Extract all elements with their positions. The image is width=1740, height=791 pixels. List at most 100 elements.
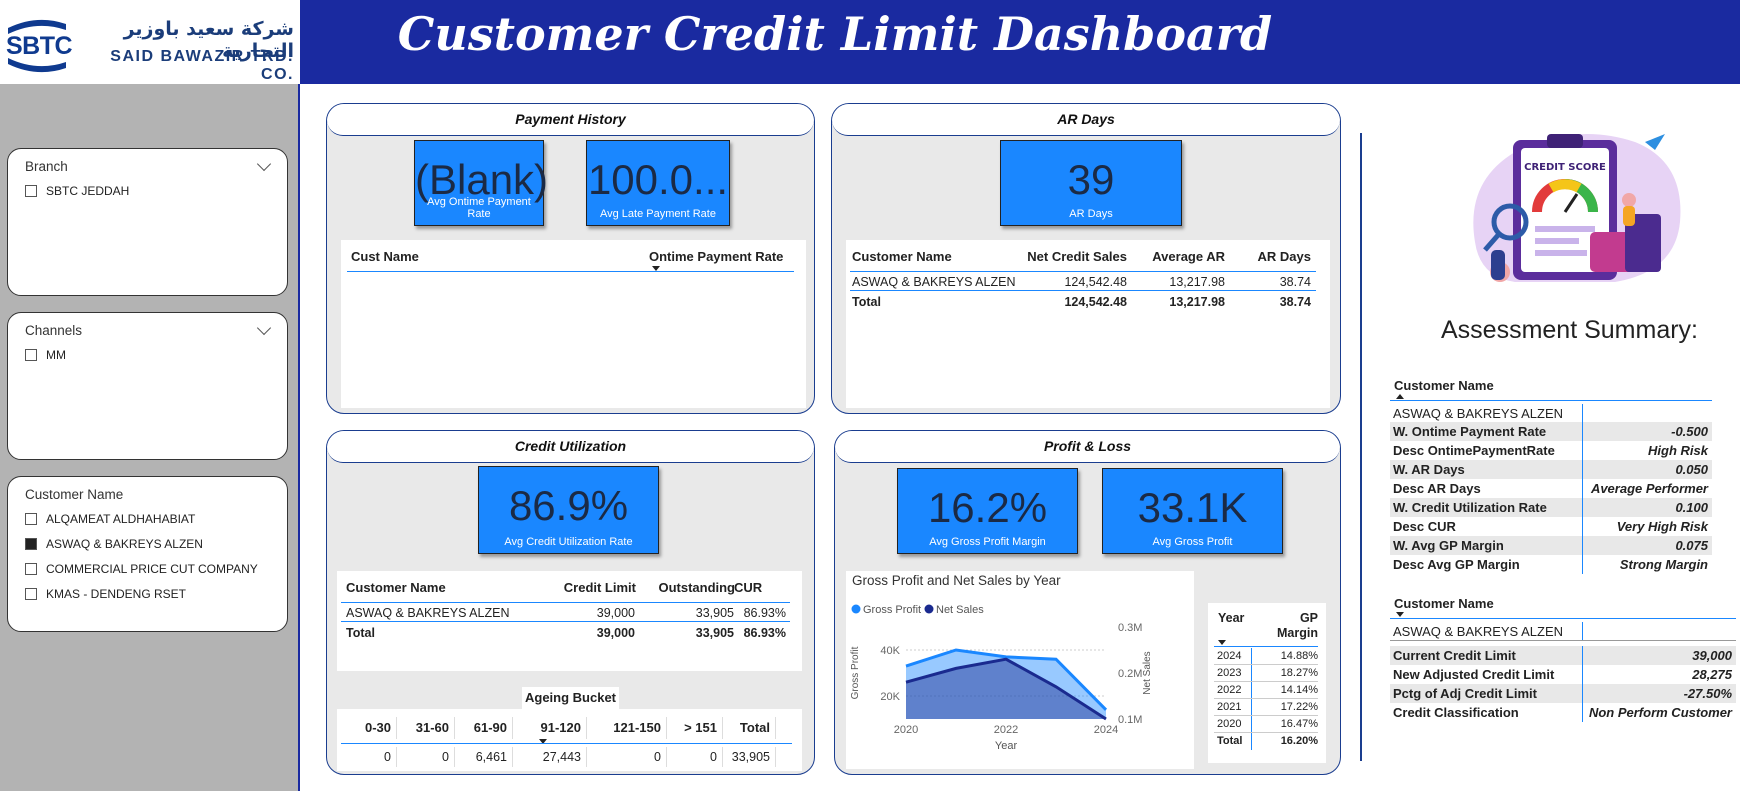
- branch-slicer[interactable]: Branch SBTC JEDDAH: [7, 148, 288, 296]
- summary-row[interactable]: Desc Avg GP Margin Strong Margin: [1390, 555, 1712, 574]
- slicer-option[interactable]: ASWAQ & BAKREYS ALZEN: [25, 531, 270, 556]
- table-cell: 17.22%: [1280, 701, 1318, 713]
- summary-row[interactable]: Desc AR Days Average Performer: [1390, 479, 1712, 498]
- summary-block2-header[interactable]: Customer Name: [1390, 594, 1736, 619]
- customer-slicer[interactable]: Customer Name ALQAMEAT ALDHAHABIAT ASWAQ…: [7, 476, 288, 632]
- summary-value: High Risk: [1648, 443, 1708, 458]
- column-header[interactable]: Total: [723, 717, 776, 739]
- summary-value: 0.100: [1675, 500, 1708, 515]
- column-header[interactable]: 31-60: [397, 717, 455, 739]
- table-row[interactable]: ASWAQ & BAKREYS ALZEN 39,000 33,905 86.9…: [341, 604, 790, 622]
- slicer-option[interactable]: SBTC JEDDAH: [25, 178, 270, 203]
- table-row[interactable]: 2020 16.47%: [1214, 716, 1318, 733]
- table-row[interactable]: 0 0 6,461 27,443 0 0 33,905: [341, 747, 792, 767]
- slicer-option[interactable]: KMAS - DENDENG RSET: [25, 581, 270, 606]
- summary-row[interactable]: Credit Classification Non Perform Custome…: [1390, 703, 1736, 722]
- column-header[interactable]: AR Days: [1258, 249, 1311, 264]
- column-header[interactable]: 121-150: [587, 717, 667, 739]
- kpi-card-gp-margin[interactable]: 16.2% Avg Gross Profit Margin: [897, 468, 1078, 554]
- summary-row[interactable]: W. Credit Utilization Rate 0.100: [1390, 498, 1712, 517]
- table-cell: 18.27%: [1280, 667, 1318, 679]
- checkbox[interactable]: [25, 587, 37, 600]
- summary-row[interactable]: W. Ontime Payment Rate -0.500: [1390, 422, 1712, 441]
- column-header[interactable]: Customer Name: [852, 249, 952, 264]
- kpi-card-late-rate[interactable]: 100.0... Avg Late Payment Rate: [586, 140, 730, 226]
- credit-utilization-table[interactable]: Customer Name Credit Limit Outstanding C…: [337, 571, 802, 671]
- checkbox[interactable]: [25, 512, 37, 525]
- table-total-row: Total 16.20%: [1214, 733, 1318, 750]
- table-cell: 2021: [1214, 699, 1252, 715]
- checkbox[interactable]: [25, 348, 37, 361]
- ontime-payment-table[interactable]: Cust Name Ontime Payment Rate: [341, 240, 806, 408]
- summary-value: 0.050: [1675, 462, 1708, 477]
- table-row[interactable]: ASWAQ & BAKREYS ALZEN 124,542.48 13,217.…: [850, 273, 1316, 291]
- column-header[interactable]: Ontime Payment Rate: [649, 249, 783, 264]
- column-header[interactable]: Credit Limit: [564, 580, 636, 595]
- ar-days-table[interactable]: Customer Name Net Credit Sales Average A…: [846, 240, 1330, 408]
- table-total-row: Total 124,542.48 13,217.98 38.74: [850, 293, 1316, 311]
- channels-slicer[interactable]: Channels MM: [7, 312, 288, 460]
- summary-value: 28,275: [1692, 667, 1732, 682]
- table-cell: 33,905: [723, 747, 776, 767]
- column-header[interactable]: Customer Name: [346, 580, 446, 595]
- table-row[interactable]: 2021 17.22%: [1214, 699, 1318, 716]
- kpi-card-credit-utilization[interactable]: 86.9% Avg Credit Utilization Rate: [478, 466, 659, 554]
- summary-row[interactable]: Current Credit Limit 39,000: [1390, 646, 1736, 665]
- column-header[interactable]: > 151: [667, 717, 723, 739]
- x-tick-label: 2020: [894, 724, 918, 736]
- table-cell: 0: [667, 747, 723, 767]
- slicer-option[interactable]: ALQAMEAT ALDHAHABIAT: [25, 506, 270, 531]
- column-header[interactable]: 61-90: [455, 717, 513, 739]
- chart-title: Gross Profit and Net Sales by Year: [852, 573, 1061, 588]
- summary-row[interactable]: New Adjusted Credit Limit 28,275: [1390, 665, 1736, 684]
- x-axis-label: Year: [995, 740, 1018, 752]
- table-cell: 2024: [1214, 648, 1252, 664]
- column-header[interactable]: Net Credit Sales: [1027, 249, 1127, 264]
- table-cell: ASWAQ & BAKREYS ALZEN: [346, 606, 510, 620]
- y-right-axis-label: Net Sales: [1142, 651, 1153, 694]
- table-row[interactable]: 2024 14.88%: [1214, 648, 1318, 665]
- kpi-card-ar-days[interactable]: 39 AR Days: [1000, 140, 1182, 226]
- checkbox[interactable]: [25, 184, 37, 197]
- column-header[interactable]: 0-30: [341, 717, 397, 739]
- gp-netsales-chart[interactable]: Gross Profit and Net Sales by Year Gross …: [846, 571, 1194, 769]
- checkbox[interactable]: [25, 562, 37, 575]
- column-header[interactable]: Average AR: [1152, 249, 1225, 264]
- table-cell: 86.93%: [743, 606, 786, 620]
- summary-row[interactable]: Pctg of Adj Credit Limit -27.50%: [1390, 684, 1736, 703]
- table-cell: 124,542.48: [1064, 275, 1127, 289]
- profit-loss-panel: Profit & Loss 16.2% Avg Gross Profit Mar…: [834, 430, 1341, 775]
- column-header[interactable]: Cust Name: [351, 249, 419, 264]
- kpi-value: 86.9%: [508, 482, 629, 529]
- column-header[interactable]: Customer Name: [1394, 596, 1494, 611]
- summary-value: Very High Risk: [1616, 519, 1708, 534]
- ageing-bucket-table[interactable]: 0-30 31-60 61-90 91-120 121-150 > 151 Total 00…: [337, 709, 802, 771]
- sort-down-icon[interactable]: [1396, 612, 1404, 617]
- table-row[interactable]: 2022 14.14%: [1214, 682, 1318, 699]
- x-tick-label: 2024: [1094, 724, 1118, 736]
- kpi-card-ontime-rate[interactable]: (Blank) Avg Ontime Payment Rate: [414, 140, 548, 226]
- table-row[interactable]: 2023 18.27%: [1214, 665, 1318, 682]
- sort-down-icon[interactable]: [1218, 640, 1226, 645]
- column-header[interactable]: Customer Name: [1394, 378, 1494, 393]
- dashboard-title: Customer Credit Limit Dashboard: [397, 7, 1273, 61]
- summary-key: W. AR Days: [1390, 460, 1583, 479]
- slicer-option[interactable]: COMMERCIAL PRICE CUT COMPANY: [25, 556, 270, 581]
- kpi-card-gross-profit[interactable]: 33.1K Avg Gross Profit: [1102, 468, 1283, 554]
- summary-row[interactable]: W. Avg GP Margin 0.075: [1390, 536, 1712, 555]
- column-header[interactable]: Year: [1218, 611, 1244, 625]
- gp-margin-table[interactable]: Year GP Margin 2024 14.88% 2023 18.27% 2022 1…: [1208, 603, 1326, 763]
- legend-label: Gross Profit: [863, 604, 921, 616]
- profit-loss-title: Profit & Loss: [835, 431, 1340, 463]
- column-header[interactable]: Outstanding: [658, 580, 735, 595]
- summary-block1-header[interactable]: Customer Name: [1390, 376, 1712, 401]
- sort-up-icon[interactable]: [1396, 394, 1404, 399]
- summary-row[interactable]: W. AR Days 0.050: [1390, 460, 1712, 479]
- summary-row[interactable]: Desc CUR Very High Risk: [1390, 517, 1712, 536]
- summary-row[interactable]: Desc OntimePaymentRate High Risk: [1390, 441, 1712, 460]
- column-header[interactable]: GP Margin: [1272, 611, 1318, 641]
- slicer-option[interactable]: MM: [25, 342, 270, 367]
- column-header[interactable]: CUR: [734, 580, 762, 595]
- checkbox-checked[interactable]: [25, 537, 37, 550]
- column-header[interactable]: 91-120: [513, 717, 587, 739]
